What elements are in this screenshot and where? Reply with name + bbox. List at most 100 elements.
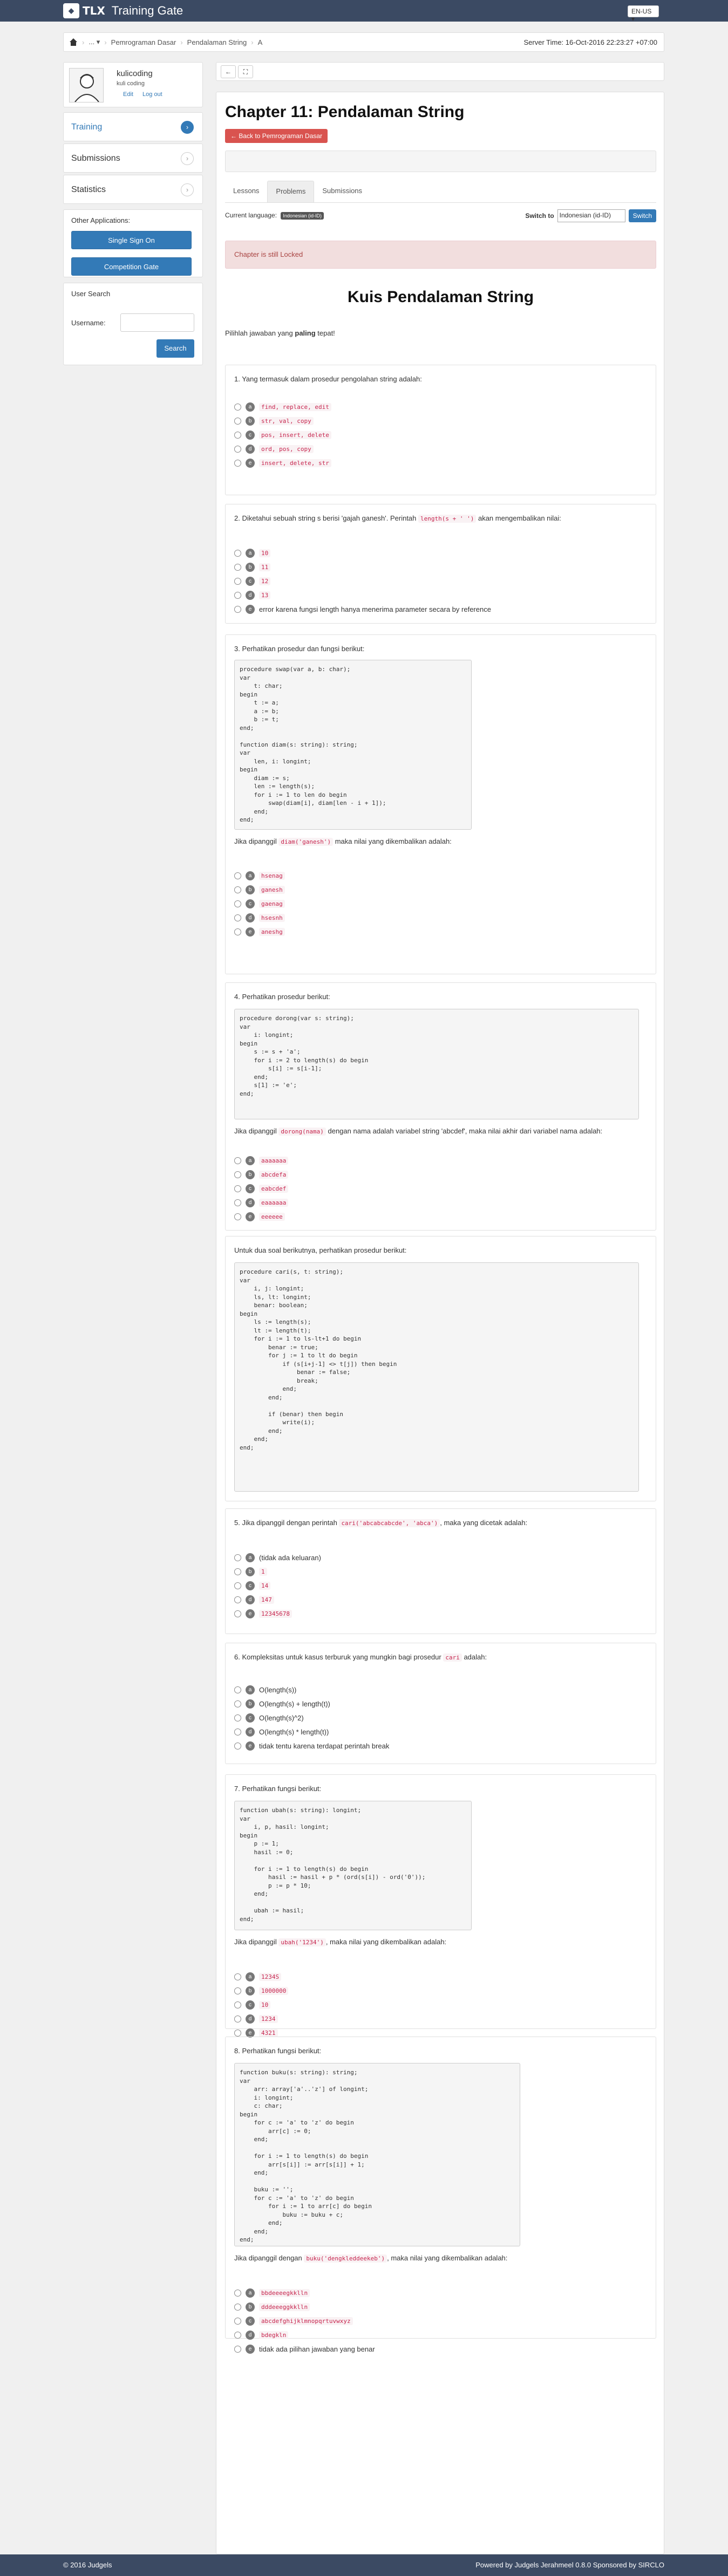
answer-radio[interactable] <box>234 1582 241 1589</box>
competition-gate-button[interactable]: Competition Gate <box>71 257 192 276</box>
language-dropdown[interactable]: EN-US ▾ <box>628 5 659 23</box>
answer-radio[interactable] <box>234 417 241 425</box>
answer-radio[interactable] <box>234 1610 241 1617</box>
answer-option[interactable]: e tidak ada pilihan jawaban yang benar <box>234 2342 647 2356</box>
sidebar-item-training[interactable]: Training › <box>63 112 203 141</box>
tab-problems[interactable]: Problems <box>267 181 315 202</box>
answer-radio[interactable] <box>234 431 241 439</box>
answer-option[interactable]: a 10 <box>234 546 647 560</box>
edit-profile-link[interactable]: Edit <box>123 91 133 98</box>
app-logo[interactable]: ◆ TLX Training Gate <box>63 3 183 18</box>
back-button[interactable]: ← Back to Pemrograman Dasar <box>225 129 328 143</box>
answer-option[interactable]: d ord, pos, copy <box>234 442 647 456</box>
answer-option[interactable]: d hsesnh <box>234 911 647 925</box>
answer-option[interactable]: d bdegkln <box>234 2328 647 2342</box>
breadcrumb-item[interactable]: Pendalaman String <box>187 38 247 46</box>
answer-radio[interactable] <box>234 2345 241 2353</box>
answer-radio[interactable] <box>234 1171 241 1178</box>
answer-radio[interactable] <box>234 1987 241 1994</box>
answer-option[interactable]: a 1234S <box>234 1970 647 1984</box>
answer-radio[interactable] <box>234 2015 241 2022</box>
language-select[interactable]: Indonesian (id-ID) <box>557 209 625 222</box>
answer-radio[interactable] <box>234 563 241 571</box>
answer-radio[interactable] <box>234 1714 241 1721</box>
answer-option[interactable]: d 147 <box>234 1593 647 1607</box>
answer-radio[interactable] <box>234 591 241 599</box>
answer-option[interactable]: e aneshg <box>234 925 647 939</box>
answer-option[interactable]: e 12345678 <box>234 1607 647 1621</box>
answer-option[interactable]: a O(length(s)) <box>234 1683 647 1697</box>
home-icon[interactable] <box>69 38 78 46</box>
username-input[interactable] <box>120 313 194 332</box>
answer-radio[interactable] <box>234 1213 241 1220</box>
answer-radio[interactable] <box>234 459 241 467</box>
answer-radio[interactable] <box>234 2317 241 2325</box>
answer-option[interactable]: d eaaaaaa <box>234 1195 647 1210</box>
answer-option[interactable]: e insert, delete, str <box>234 456 647 470</box>
answer-radio[interactable] <box>234 1700 241 1707</box>
answer-radio[interactable] <box>234 1742 241 1750</box>
answer-option[interactable]: b dddeeeggkklln <box>234 2300 647 2314</box>
tab-lessons[interactable]: Lessons <box>225 181 267 202</box>
answer-option[interactable]: e tidak tentu karena terdapat perintah br… <box>234 1739 647 1753</box>
answer-option[interactable]: e error karena fungsi length hanya meneri… <box>234 602 647 616</box>
answer-radio[interactable] <box>234 2029 241 2037</box>
answer-option[interactable]: b1 <box>234 1564 647 1579</box>
answer-option[interactable]: c O(length(s)^2) <box>234 1711 647 1725</box>
search-button[interactable]: Search <box>157 339 194 358</box>
answer-option[interactable]: a hsenag <box>234 869 647 883</box>
answer-option[interactable]: c 10 <box>234 1998 647 2012</box>
single-sign-on-button[interactable]: Single Sign On <box>71 231 192 249</box>
answer-radio[interactable] <box>234 1973 241 1980</box>
answer-option[interactable]: b abcdefa <box>234 1167 647 1181</box>
answer-option[interactable]: d O(length(s) * length(t)) <box>234 1725 647 1739</box>
answer-option[interactable]: b 1000000 <box>234 1984 647 1998</box>
sidebar-item-statistics[interactable]: Statistics › <box>63 175 203 204</box>
answer-option[interactable]: c 12 <box>234 574 647 588</box>
answer-radio[interactable] <box>234 1157 241 1164</box>
sidebar-item-submissions[interactable]: Submissions › <box>63 144 203 173</box>
answer-option[interactable]: c 14 <box>234 1579 647 1593</box>
tab-submissions[interactable]: Submissions <box>314 181 370 202</box>
arrow-left-icon[interactable]: ← <box>221 65 236 78</box>
answer-option[interactable]: a find, replace, edit <box>234 400 647 414</box>
answer-radio[interactable] <box>234 2331 241 2339</box>
breadcrumb-item[interactable]: Pemrograman Dasar <box>111 38 176 46</box>
answer-radio[interactable] <box>234 1596 241 1603</box>
switch-button[interactable]: Switch <box>628 209 656 222</box>
fullscreen-icon[interactable]: ⛶ <box>238 65 253 78</box>
answer-radio[interactable] <box>234 914 241 921</box>
answer-option[interactable]: c eabcdef <box>234 1181 647 1195</box>
answer-radio[interactable] <box>234 2303 241 2311</box>
answer-option[interactable]: b str, val, copy <box>234 414 647 428</box>
answer-radio[interactable] <box>234 605 241 613</box>
answer-option[interactable]: b 11 <box>234 560 647 574</box>
answer-radio[interactable] <box>234 1185 241 1192</box>
answer-option[interactable]: a aaaaaaa <box>234 1153 647 1167</box>
answer-option[interactable]: a (tidak ada keluaran) <box>234 1550 647 1564</box>
logout-link[interactable]: Log out <box>142 91 162 98</box>
answer-radio[interactable] <box>234 1728 241 1735</box>
answer-option[interactable]: b O(length(s) + length(t)) <box>234 1697 647 1711</box>
answer-option[interactable]: b ganesh <box>234 883 647 897</box>
answer-option[interactable]: d 1234 <box>234 2012 647 2026</box>
breadcrumb-item[interactable]: A <box>258 38 263 46</box>
answer-radio[interactable] <box>234 1554 241 1561</box>
answer-radio[interactable] <box>234 577 241 585</box>
answer-option[interactable]: c gaenag <box>234 897 647 911</box>
answer-radio[interactable] <box>234 886 241 893</box>
breadcrumb-more-dropdown[interactable]: ... ▾ <box>89 38 100 46</box>
answer-radio[interactable] <box>234 900 241 907</box>
answer-option[interactable]: d 13 <box>234 588 647 602</box>
answer-option[interactable]: c pos, insert, delete <box>234 428 647 442</box>
answer-radio[interactable] <box>234 1686 241 1693</box>
answer-radio[interactable] <box>234 2001 241 2008</box>
answer-radio[interactable] <box>234 1568 241 1575</box>
answer-option[interactable]: a bbdeeeegkklln <box>234 2286 647 2300</box>
answer-option[interactable]: c abcdefghijklmnopqrtuvwxyz <box>234 2314 647 2328</box>
answer-radio[interactable] <box>234 872 241 879</box>
answer-option[interactable]: e eeeeee <box>234 1210 647 1224</box>
answer-radio[interactable] <box>234 928 241 935</box>
answer-radio[interactable] <box>234 403 241 411</box>
answer-radio[interactable] <box>234 1199 241 1206</box>
